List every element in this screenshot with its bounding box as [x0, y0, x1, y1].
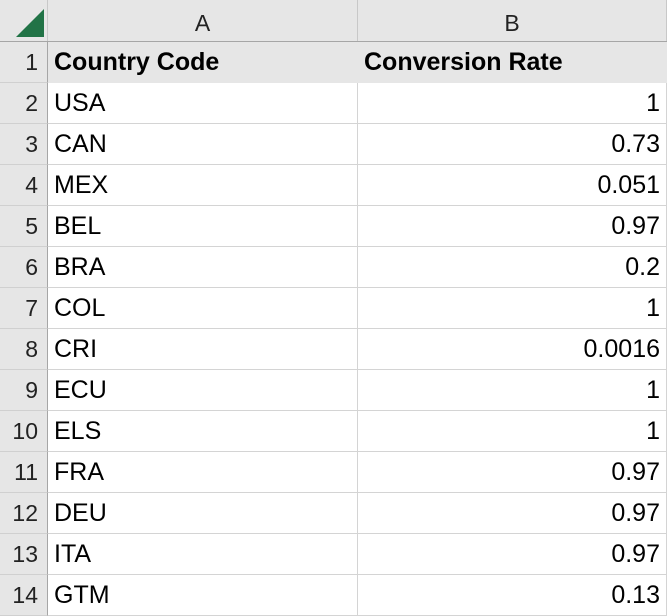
table-row: 7 COL 1	[0, 288, 667, 329]
table-header-row: 1 Country Code Conversion Rate	[0, 42, 667, 83]
cell-country-code[interactable]: BRA	[48, 247, 358, 288]
row-header[interactable]: 14	[0, 575, 48, 616]
row-header[interactable]: 2	[0, 83, 48, 124]
cell-country-code[interactable]: USA	[48, 83, 358, 124]
cell-conversion-rate[interactable]: 1	[358, 83, 667, 124]
cell-country-code[interactable]: GTM	[48, 575, 358, 616]
cell-country-code[interactable]: CRI	[48, 329, 358, 370]
cell-country-code[interactable]: MEX	[48, 165, 358, 206]
table-row: 12 DEU 0.97	[0, 493, 667, 534]
cell-conversion-rate[interactable]: 0.97	[358, 534, 667, 575]
row-header[interactable]: 4	[0, 165, 48, 206]
row-header[interactable]: 7	[0, 288, 48, 329]
cell-conversion-rate[interactable]: 0.97	[358, 206, 667, 247]
table-row: 14 GTM 0.13	[0, 575, 667, 616]
cell-conversion-rate[interactable]: 1	[358, 288, 667, 329]
table-row: 5 BEL 0.97	[0, 206, 667, 247]
cell-country-code[interactable]: ECU	[48, 370, 358, 411]
cell-conversion-rate[interactable]: 0.051	[358, 165, 667, 206]
table-row: 3 CAN 0.73	[0, 124, 667, 165]
cell-country-code[interactable]: COL	[48, 288, 358, 329]
table-row: 9 ECU 1	[0, 370, 667, 411]
table-row: 2 USA 1	[0, 83, 667, 124]
cell-conversion-rate[interactable]: 0.97	[358, 493, 667, 534]
cell-country-code[interactable]: DEU	[48, 493, 358, 534]
cell-conversion-rate[interactable]: 1	[358, 370, 667, 411]
column-header-a[interactable]: A	[48, 0, 358, 41]
select-all-button[interactable]	[0, 0, 48, 41]
table-row: 13 ITA 0.97	[0, 534, 667, 575]
row-header[interactable]: 9	[0, 370, 48, 411]
row-header[interactable]: 3	[0, 124, 48, 165]
cell-country-code[interactable]: CAN	[48, 124, 358, 165]
cell-country-code[interactable]: ELS	[48, 411, 358, 452]
table-row: 4 MEX 0.051	[0, 165, 667, 206]
cell-conversion-rate[interactable]: 0.97	[358, 452, 667, 493]
select-all-triangle-icon	[16, 9, 44, 37]
cell-country-code[interactable]: BEL	[48, 206, 358, 247]
cell-b1[interactable]: Conversion Rate	[358, 42, 667, 83]
spreadsheet-grid: A B 1 Country Code Conversion Rate 2 USA 1…	[0, 0, 667, 616]
row-header[interactable]: 6	[0, 247, 48, 288]
cell-conversion-rate[interactable]: 0.2	[358, 247, 667, 288]
cell-a1[interactable]: Country Code	[48, 42, 358, 83]
cell-conversion-rate[interactable]: 0.73	[358, 124, 667, 165]
table-row: 10 ELS 1	[0, 411, 667, 452]
row-header[interactable]: 1	[0, 42, 48, 83]
row-header[interactable]: 12	[0, 493, 48, 534]
table-row: 8 CRI 0.0016	[0, 329, 667, 370]
row-header[interactable]: 8	[0, 329, 48, 370]
table-row: 6 BRA 0.2	[0, 247, 667, 288]
row-header[interactable]: 10	[0, 411, 48, 452]
cell-country-code[interactable]: ITA	[48, 534, 358, 575]
cell-conversion-rate[interactable]: 1	[358, 411, 667, 452]
cell-country-code[interactable]: FRA	[48, 452, 358, 493]
cell-conversion-rate[interactable]: 0.13	[358, 575, 667, 616]
column-header-b[interactable]: B	[358, 0, 667, 41]
row-header[interactable]: 5	[0, 206, 48, 247]
column-header-row: A B	[0, 0, 667, 42]
table-row: 11 FRA 0.97	[0, 452, 667, 493]
cell-conversion-rate[interactable]: 0.0016	[358, 329, 667, 370]
row-header[interactable]: 13	[0, 534, 48, 575]
row-header[interactable]: 11	[0, 452, 48, 493]
